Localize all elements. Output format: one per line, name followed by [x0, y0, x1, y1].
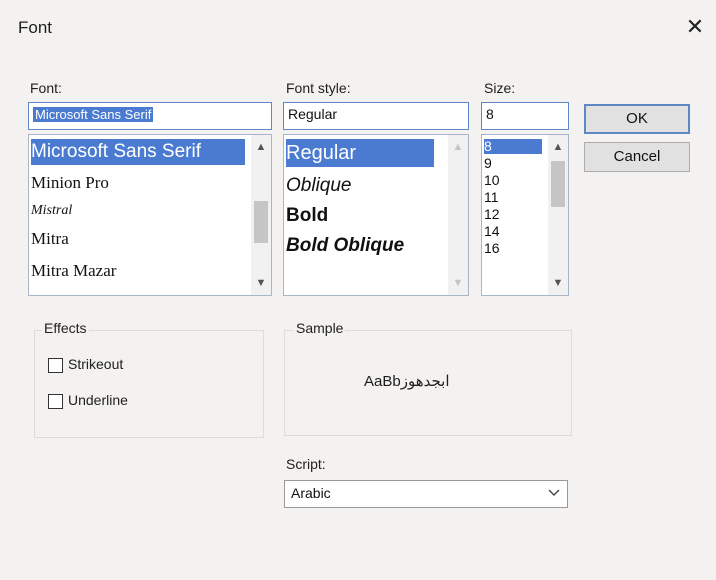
cancel-button[interactable]: Cancel [584, 142, 690, 172]
font-name-value: Microsoft Sans Serif [33, 107, 154, 122]
chevron-down-icon[interactable]: ▼ [548, 273, 568, 293]
list-item[interactable]: 12 [484, 207, 500, 222]
list-item[interactable]: 16 [484, 241, 500, 256]
underline-checkbox[interactable] [48, 394, 63, 409]
chevron-down-icon [548, 489, 560, 496]
font-style-list-scrollbar[interactable]: ▲ ▼ [448, 135, 468, 295]
size-label: Size: [484, 80, 516, 96]
list-item[interactable]: Microsoft Sans Serif [31, 139, 245, 165]
font-style-label: Font style: [286, 80, 351, 96]
list-item[interactable]: Bold Oblique [286, 233, 404, 259]
list-item[interactable]: Mitra [31, 227, 69, 251]
script-label: Script: [286, 456, 326, 472]
font-dialog: Font ✕ Font: Microsoft Sans Serif Micros… [0, 0, 716, 580]
ok-button[interactable]: OK [584, 104, 690, 134]
list-item[interactable]: Oblique [286, 173, 352, 199]
list-item[interactable]: 9 [484, 156, 492, 171]
font-list-scrollbar[interactable]: ▲ ▼ [251, 135, 271, 295]
font-label: Font: [30, 80, 62, 96]
sample-label: Sample [294, 320, 346, 336]
size-list-scrollbar[interactable]: ▲ ▼ [548, 135, 568, 295]
list-item[interactable]: Regular [286, 139, 434, 167]
chevron-up-icon[interactable]: ▲ [448, 137, 468, 157]
script-value: Arabic [291, 485, 331, 501]
effects-label: Effects [42, 320, 89, 336]
script-select[interactable]: Arabic [284, 480, 568, 508]
font-style-list[interactable]: Regular Oblique Bold Bold Oblique ▲ ▼ [283, 134, 469, 296]
scroll-thumb[interactable] [551, 161, 565, 207]
list-item[interactable]: Minion Pro [31, 171, 109, 195]
list-item[interactable]: Mitra Mazar [31, 259, 116, 283]
list-item[interactable]: 11 [484, 190, 499, 205]
effects-group [34, 330, 264, 438]
list-item[interactable]: 10 [484, 173, 500, 188]
list-item[interactable]: 8 [484, 139, 542, 154]
size-input[interactable]: 8 [481, 102, 569, 130]
list-item[interactable]: Bold [286, 203, 328, 229]
list-item[interactable]: Mistral [31, 199, 72, 223]
font-style-input[interactable]: Regular [283, 102, 469, 130]
dialog-title: Font [18, 18, 53, 37]
strikeout-checkbox[interactable] [48, 358, 63, 373]
close-icon[interactable]: ✕ [682, 14, 708, 40]
font-name-input[interactable]: Microsoft Sans Serif [28, 102, 272, 130]
chevron-down-icon[interactable]: ▼ [448, 273, 468, 293]
scroll-thumb[interactable] [254, 201, 268, 243]
size-list[interactable]: 8 9 10 11 12 14 16 ▲ ▼ [481, 134, 569, 296]
strikeout-label[interactable]: Strikeout [68, 356, 123, 372]
underline-label[interactable]: Underline [68, 392, 128, 408]
chevron-up-icon[interactable]: ▲ [548, 137, 568, 157]
chevron-up-icon[interactable]: ▲ [251, 137, 271, 157]
font-list[interactable]: Microsoft Sans Serif Minion Pro Mistral … [28, 134, 272, 296]
sample-text: AaBbابجدهوز [364, 373, 450, 390]
chevron-down-icon[interactable]: ▼ [251, 273, 271, 293]
list-item[interactable]: 14 [484, 224, 500, 239]
